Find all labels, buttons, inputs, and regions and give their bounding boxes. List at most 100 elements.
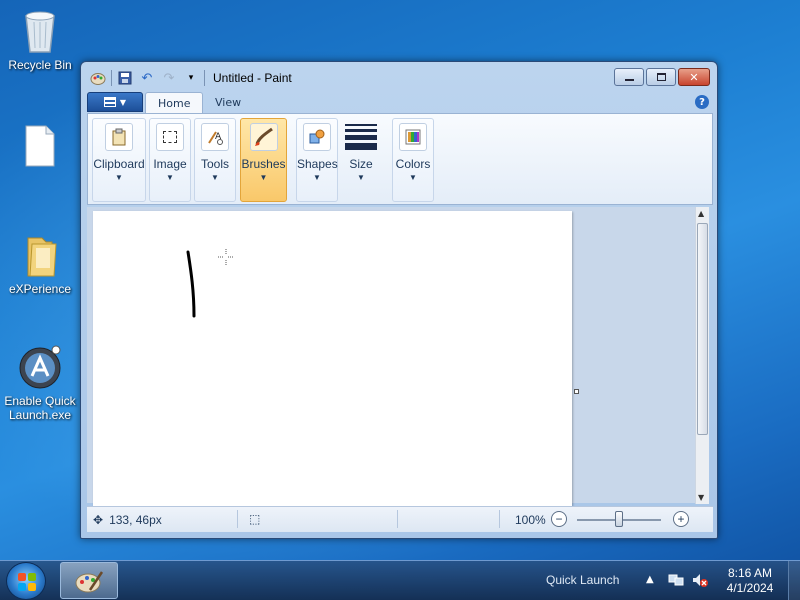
chevron-down-icon: ▼: [313, 173, 321, 182]
ribbon-group-label: Size: [349, 157, 373, 171]
document-icon: [18, 124, 62, 170]
canvas-resize-handle[interactable]: [574, 389, 579, 394]
chevron-down-icon: ▼: [115, 173, 123, 182]
desktop-icon-label-line-2: Launch.exe: [8, 408, 72, 422]
windows-logo-icon: [18, 573, 36, 591]
ribbon: Clipboard ▼ Image ▼ A Tools ▼ Brushes ▼: [87, 113, 713, 205]
tab-view[interactable]: View: [203, 92, 253, 114]
shapes-icon: [303, 123, 331, 151]
customize-toolbar-icon[interactable]: ▾: [182, 69, 200, 87]
colors-icon: [399, 123, 427, 151]
zoom-level: 100%: [515, 513, 546, 527]
ribbon-group-size[interactable]: Size ▼: [340, 118, 382, 202]
ribbon-group-label: Image: [153, 157, 187, 171]
paint-app-icon: [75, 570, 104, 592]
desktop-icon-label: Recycle Bin: [8, 58, 72, 72]
ribbon-group-label: Tools: [200, 157, 229, 171]
redo-icon[interactable]: ↷: [160, 69, 178, 87]
status-bar: ✥ 133, 46px ⬚ 100% − +: [87, 506, 713, 532]
window-controls: ✕: [614, 68, 710, 86]
chevron-down-icon: ▼: [166, 173, 174, 182]
chevron-down-icon: ▼: [409, 173, 417, 182]
crosshair-cursor-icon: [218, 249, 234, 266]
ribbon-group-colors[interactable]: Colors ▼: [392, 118, 434, 202]
scroll-down-icon[interactable]: ▼: [698, 493, 704, 502]
chevron-down-icon: ▼: [357, 173, 365, 182]
selection-size-icon: ⬚: [249, 512, 261, 526]
ribbon-group-tools[interactable]: A Tools ▼: [194, 118, 236, 202]
tools-icon: A: [201, 123, 229, 151]
minimize-icon: [624, 79, 634, 81]
folder-icon: [18, 232, 62, 278]
desktop-icon-recycle-bin[interactable]: Recycle Bin: [0, 8, 80, 72]
chevron-down-icon: ▼: [259, 173, 268, 182]
close-icon: ✕: [689, 70, 699, 84]
help-icon[interactable]: ?: [695, 95, 709, 109]
paint-menu-button[interactable]: ▼: [87, 92, 143, 112]
start-button[interactable]: [6, 562, 46, 600]
clock-time: 8:16 AM: [727, 566, 773, 580]
quick-access-toolbar: ↶ ↷ ▾: [89, 69, 205, 87]
separator: [237, 510, 238, 528]
scroll-up-icon[interactable]: ▲: [698, 209, 704, 218]
chevron-down-icon: ▼: [211, 173, 219, 182]
brush-icon: [249, 123, 278, 151]
tab-home[interactable]: Home: [145, 92, 204, 114]
separator: [499, 510, 500, 528]
move-cursor-icon: ✥: [93, 513, 104, 527]
ribbon-group-label: Brushes: [241, 157, 286, 171]
zoom-in-button[interactable]: +: [673, 511, 689, 527]
minimize-button[interactable]: [614, 68, 644, 86]
volume-muted-icon[interactable]: [692, 572, 708, 588]
clock-date: 4/1/2024: [726, 581, 774, 595]
separator: [204, 70, 205, 86]
ribbon-group-shapes[interactable]: Shapes ▼: [296, 118, 338, 202]
ribbon-group-label: Clipboard: [93, 157, 145, 171]
show-hidden-icons-icon[interactable]: ▲: [646, 574, 654, 585]
system-clock[interactable]: 8:16 AM 4/1/2024: [720, 566, 780, 596]
cursor-position: ✥ 133, 46px: [93, 513, 162, 527]
plus-icon: +: [677, 512, 685, 526]
clipboard-icon: [105, 123, 133, 151]
minus-icon: −: [555, 512, 563, 526]
recycle-bin-icon: [18, 8, 62, 54]
taskbar: Quick Launch ▲ 8:16 AM 4/1/2024: [0, 560, 800, 600]
maximize-button[interactable]: [646, 68, 676, 86]
cursor-coordinates: 133, 46px: [109, 513, 162, 527]
ribbon-group-label: Colors: [395, 157, 431, 171]
separator: [111, 70, 112, 86]
taskbar-paint-button[interactable]: [60, 562, 118, 599]
network-icon[interactable]: [668, 572, 684, 588]
drawing-canvas[interactable]: [93, 211, 572, 506]
separator: [397, 510, 398, 528]
window-title: Untitled - Paint: [213, 71, 292, 85]
canvas-drawing: [186, 249, 234, 318]
desktop-icon-document[interactable]: [0, 124, 80, 174]
menu-icon: [103, 97, 116, 107]
select-icon: [156, 123, 184, 151]
zoom-out-button[interactable]: −: [551, 511, 567, 527]
title-bar[interactable]: ↶ ↷ ▾ Untitled - Paint ✕: [81, 62, 717, 92]
desktop-icon-experience-folder[interactable]: eXPerience: [0, 232, 80, 296]
line-size-icon: [345, 123, 377, 151]
scrollbar-thumb[interactable]: [697, 223, 708, 435]
zoom-slider-thumb[interactable]: [615, 511, 623, 527]
save-icon[interactable]: [116, 69, 134, 87]
brush-stroke: [186, 250, 196, 318]
maximize-icon: [656, 73, 666, 81]
show-desktop-button[interactable]: [788, 561, 800, 600]
desktop-icon-enable-quick-launch[interactable]: Enable Quick Launch.exe: [0, 344, 80, 422]
ribbon-tab-strip: ▼ Home View ?: [87, 92, 713, 114]
vertical-scrollbar[interactable]: ▲ ▼: [695, 207, 709, 504]
ribbon-group-clipboard[interactable]: Clipboard ▼: [92, 118, 146, 202]
quick-launch-app-icon: [18, 344, 62, 390]
paint-app-icon[interactable]: [89, 69, 107, 87]
ribbon-group-image[interactable]: Image ▼: [149, 118, 191, 202]
chevron-down-icon: ▼: [119, 97, 127, 107]
close-button[interactable]: ✕: [678, 68, 710, 86]
quick-launch-label[interactable]: Quick Launch: [546, 573, 619, 587]
ribbon-group-brushes[interactable]: Brushes ▼: [240, 118, 287, 202]
undo-icon[interactable]: ↶: [138, 69, 156, 87]
desktop-icon-label-line-1: Enable Quick: [4, 394, 76, 408]
canvas-workspace: [87, 207, 707, 506]
